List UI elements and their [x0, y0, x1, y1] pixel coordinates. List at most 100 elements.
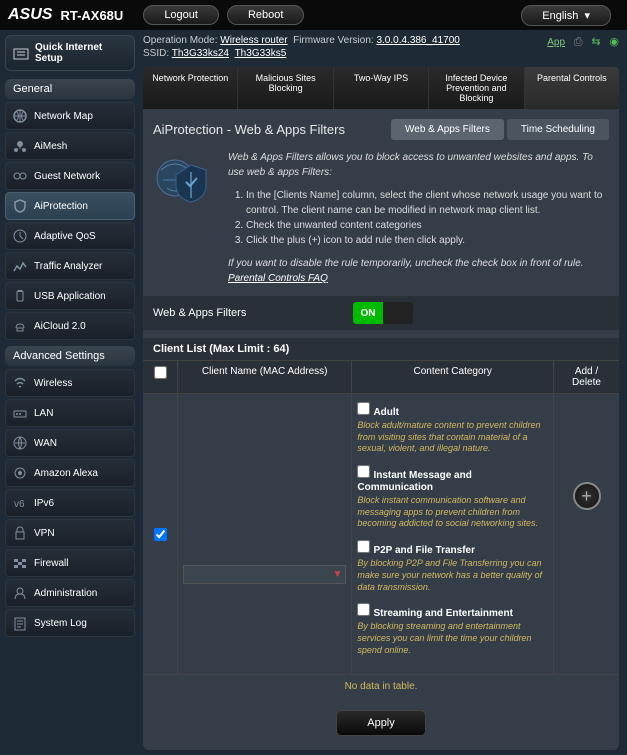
tab-malicious-sites-blocking[interactable]: Malicious Sites Blocking [238, 67, 333, 109]
col-client-name: Client Name (MAC Address) [178, 361, 352, 393]
category-desc: By blocking streaming and entertainment … [357, 621, 548, 656]
category-checkbox[interactable] [357, 402, 370, 415]
category-checkbox[interactable] [357, 603, 370, 616]
reboot-button[interactable]: Reboot [227, 5, 304, 25]
logout-button[interactable]: Logout [143, 5, 219, 25]
client-list-header: Client List (Max Limit : 64) [143, 338, 619, 360]
menu-icon [12, 525, 28, 541]
menu-adaptive-qos[interactable]: Adaptive QoS [5, 222, 135, 250]
brand-logo: ASUS [8, 6, 52, 24]
ssid-1: Th3G33ks24 [172, 48, 229, 59]
tab-two-way-ips[interactable]: Two-Way IPS [334, 67, 429, 109]
sidebar: Quick Internet Setup General Network Map… [0, 30, 140, 755]
qis-label: Quick Internet Setup [35, 42, 128, 64]
menu-icon [12, 435, 28, 451]
tab-network-protection[interactable]: Network Protection [143, 67, 238, 109]
panel: AiProtection - Web & Apps Filters Web & … [143, 109, 619, 750]
dropdown-arrow-icon: ▼ [332, 569, 342, 580]
menu-icon [12, 318, 28, 334]
client-table: Client Name (MAC Address) Content Catego… [143, 360, 619, 698]
category-1[interactable]: Instant Message and Communication [357, 469, 471, 493]
quick-internet-setup-button[interactable]: Quick Internet Setup [5, 35, 135, 71]
tab-infected-device-prevention-and-blocking[interactable]: Infected Device Prevention and Blocking [429, 67, 524, 109]
globe-icon[interactable]: ◉ [609, 36, 619, 48]
toggle-label: Web & Apps Filters [153, 307, 353, 319]
menu-icon [12, 375, 28, 391]
category-3[interactable]: Streaming and Entertainment [357, 607, 513, 619]
category-checkbox[interactable] [357, 465, 370, 478]
instructions-text: Web & Apps Filters allows you to block a… [228, 150, 609, 286]
menu-icon [12, 138, 28, 154]
category-0[interactable]: Adult [357, 406, 399, 418]
menu-icon [12, 258, 28, 274]
menu-firewall[interactable]: Firewall [5, 549, 135, 577]
filters-toggle[interactable]: ON [353, 302, 413, 324]
menu-wan[interactable]: WAN [5, 429, 135, 457]
menu-icon [12, 198, 28, 214]
menu-icon [12, 168, 28, 184]
menu-network-map[interactable]: Network Map [5, 102, 135, 130]
select-all-checkbox[interactable] [154, 366, 167, 379]
qis-icon [12, 44, 30, 62]
section-general: General [5, 79, 135, 99]
menu-icon [12, 228, 28, 244]
menu-system-log[interactable]: System Log [5, 609, 135, 637]
panel-title: AiProtection - Web & Apps Filters [153, 122, 388, 137]
svg-text:v6: v6 [14, 499, 25, 510]
op-mode-value[interactable]: Wireless router [220, 35, 287, 46]
menu-vpn[interactable]: VPN [5, 519, 135, 547]
menu-wireless[interactable]: Wireless [5, 369, 135, 397]
category-2[interactable]: P2P and File Transfer [357, 544, 475, 556]
wifi-icon[interactable]: ⇆ [591, 36, 600, 48]
row-checkbox[interactable] [154, 528, 167, 541]
menu-icon [12, 288, 28, 304]
apply-button[interactable]: Apply [336, 710, 426, 736]
col-category: Content Category [352, 361, 554, 393]
ssid-label: SSID: [143, 48, 169, 59]
ssid-2: Th3G33ks5 [235, 48, 287, 59]
op-mode-label: Operation Mode: [143, 35, 218, 46]
fw-label: Firmware Version: [293, 35, 374, 46]
app-link[interactable]: App [547, 37, 565, 48]
tab-parental-controls[interactable]: Parental Controls [525, 67, 619, 109]
category-checkbox[interactable] [357, 540, 370, 553]
menu-icon [12, 585, 28, 601]
menu-lan[interactable]: LAN [5, 399, 135, 427]
category-desc: By blocking P2P and File Transferring yo… [357, 558, 548, 593]
client-dropdown[interactable]: ▼ [183, 565, 346, 584]
menu-icon [12, 405, 28, 421]
menu-icon [12, 555, 28, 571]
model-name: RT-AX68U [60, 8, 123, 23]
status-icons: App ⎙ ⇆ ◉ [547, 35, 619, 49]
add-rule-button[interactable]: + [573, 482, 601, 510]
category-desc: Block adult/mature content to prevent ch… [357, 420, 548, 455]
no-data-message: No data in table. [143, 674, 619, 698]
shield-icon [153, 150, 213, 210]
menu-aicloud-2-0[interactable]: AiCloud 2.0 [5, 312, 135, 340]
section-advanced: Advanced Settings [5, 346, 135, 366]
client-dropdown-placeholder [187, 569, 190, 580]
menu-aiprotection[interactable]: AiProtection [5, 192, 135, 220]
menu-usb-application[interactable]: USB Application [5, 282, 135, 310]
menu-administration[interactable]: Administration [5, 579, 135, 607]
menu-icon: v6 [12, 495, 28, 511]
category-desc: Block instant communication software and… [357, 495, 548, 530]
subtab-time[interactable]: Time Scheduling [507, 119, 609, 140]
faq-link[interactable]: Parental Controls FAQ [228, 273, 328, 284]
top-bar: ASUS RT-AX68U Logout Reboot English ▾ [0, 0, 627, 30]
menu-ipv6[interactable]: v6IPv6 [5, 489, 135, 517]
menu-icon [12, 465, 28, 481]
col-action: Add / Delete [554, 361, 619, 393]
menu-guest-network[interactable]: Guest Network [5, 162, 135, 190]
menu-icon [12, 615, 28, 631]
feature-tabs: Network ProtectionMalicious Sites Blocki… [143, 67, 619, 109]
subtab-webapps[interactable]: Web & Apps Filters [391, 119, 504, 140]
language-button[interactable]: English ▾ [521, 5, 611, 26]
menu-icon [12, 108, 28, 124]
menu-traffic-analyzer[interactable]: Traffic Analyzer [5, 252, 135, 280]
usb-icon[interactable]: ⎙ [574, 36, 583, 48]
fw-value[interactable]: 3.0.0.4.386_41700 [376, 35, 459, 46]
main-content: App ⎙ ⇆ ◉ Operation Mode: Wireless route… [140, 30, 627, 755]
menu-amazon-alexa[interactable]: Amazon Alexa [5, 459, 135, 487]
menu-aimesh[interactable]: AiMesh [5, 132, 135, 160]
